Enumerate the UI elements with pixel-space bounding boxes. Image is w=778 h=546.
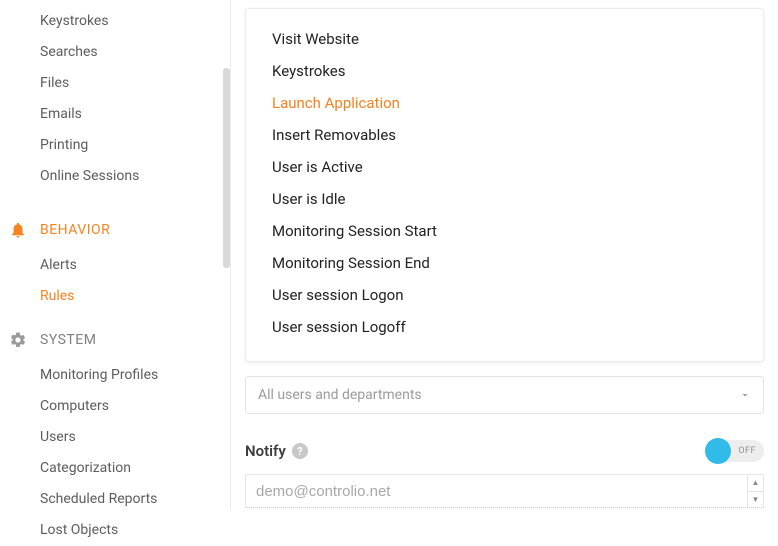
sidebar-item-users[interactable]: Users [0,422,230,453]
notify-toggle[interactable]: OFF [706,440,764,462]
option-monitoring-end[interactable]: Monitoring Session End [246,247,763,279]
sidebar-item-printing[interactable]: Printing [0,130,230,161]
sidebar-item-emails[interactable]: Emails [0,99,230,130]
option-user-logoff[interactable]: User session Logoff [246,311,763,343]
scrollbar-thumb[interactable] [223,68,230,268]
option-user-idle[interactable]: User is Idle [246,183,763,215]
sidebar-section-label: BEHAVIOR [40,222,110,238]
stepper-down[interactable]: ▼ [748,492,763,508]
option-insert-removables[interactable]: Insert Removables [246,119,763,151]
users-select-placeholder: All users and departments [258,387,422,403]
sidebar-section-system: SYSTEM [0,312,230,360]
notify-label: Notify [245,442,286,460]
users-select[interactable]: All users and departments [245,376,764,414]
option-visit-website[interactable]: Visit Website [246,23,763,55]
sidebar-item-searches[interactable]: Searches [0,37,230,68]
option-keystrokes[interactable]: Keystrokes [246,55,763,87]
sidebar-section-behavior: BEHAVIOR [0,192,230,250]
stepper-up[interactable]: ▲ [748,475,763,492]
bell-icon [8,220,28,240]
sidebar-item-files[interactable]: Files [0,68,230,99]
toggle-knob [705,438,731,464]
main-panel: Visit Website Keystrokes Launch Applicat… [231,0,778,510]
notify-email-box: ▲ ▼ [245,474,764,508]
sidebar-section-label: SYSTEM [40,332,96,348]
option-user-active[interactable]: User is Active [246,151,763,183]
option-launch-application[interactable]: Launch Application [246,87,763,119]
event-type-dropdown[interactable]: Visit Website Keystrokes Launch Applicat… [245,8,764,362]
sidebar-item-lost-objects[interactable]: Lost Objects [0,515,230,546]
email-stepper: ▲ ▼ [747,475,763,507]
option-monitoring-start[interactable]: Monitoring Session Start [246,215,763,247]
sidebar-item-scheduled-reports[interactable]: Scheduled Reports [0,484,230,515]
chevron-down-icon [739,389,751,401]
sidebar-item-keystrokes[interactable]: Keystrokes [0,6,230,37]
option-user-logon[interactable]: User session Logon [246,279,763,311]
sidebar-item-rules[interactable]: Rules [0,281,230,312]
gear-icon [8,330,28,350]
sidebar-item-computers[interactable]: Computers [0,391,230,422]
sidebar-item-monitoring-profiles[interactable]: Monitoring Profiles [0,360,230,391]
notify-row: Notify ? OFF [245,440,764,462]
help-icon[interactable]: ? [292,443,308,459]
sidebar-item-online-sessions[interactable]: Online Sessions [0,161,230,192]
sidebar-item-alerts[interactable]: Alerts [0,250,230,281]
toggle-state-label: OFF [738,446,756,456]
sidebar-item-categorization[interactable]: Categorization [0,453,230,484]
sidebar: Keystrokes Searches Files Emails Printin… [0,0,230,510]
notify-email-input[interactable] [256,483,753,500]
